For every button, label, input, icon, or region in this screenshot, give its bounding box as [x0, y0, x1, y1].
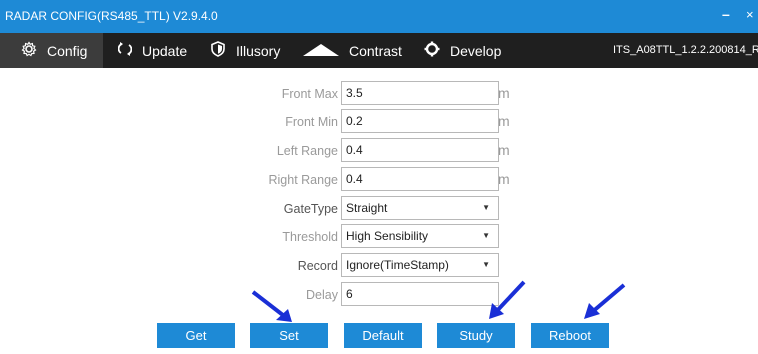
- menu-item-update[interactable]: Update: [117, 33, 188, 68]
- gate-type-label: GateType: [283, 202, 338, 216]
- left-range-row: Left Range 0.4 m: [0, 138, 758, 164]
- right-range-unit: m: [498, 171, 510, 187]
- menu-bar: Config Update Illusory Contrast Develop …: [0, 33, 758, 68]
- right-range-label: Right Range: [268, 173, 339, 187]
- record-select[interactable]: Ignore(TimeStamp) ▼: [341, 253, 499, 277]
- mountain-icon: [303, 41, 339, 60]
- menu-label-contrast: Contrast: [349, 42, 402, 59]
- window-title: RADAR CONFIG(RS485_TTL) V2.9.4.0: [5, 9, 218, 23]
- shield-icon: [210, 41, 226, 60]
- reboot-button[interactable]: Reboot: [531, 323, 609, 348]
- left-range-input[interactable]: 0.4: [341, 138, 499, 162]
- record-row: Record Ignore(TimeStamp) ▼: [0, 253, 758, 279]
- front-max-unit: m: [498, 85, 510, 101]
- gate-type-value: Straight: [346, 201, 388, 215]
- refresh-icon: [117, 41, 133, 60]
- close-button[interactable]: ×: [746, 7, 754, 22]
- right-range-input[interactable]: 0.4: [341, 167, 499, 191]
- delay-row: Delay 6: [0, 282, 758, 308]
- menu-label-develop: Develop: [450, 42, 502, 59]
- threshold-value: High Sensibility: [346, 229, 429, 243]
- annotation-arrow-reboot: [584, 283, 626, 319]
- menu-item-contrast[interactable]: Contrast: [303, 33, 402, 68]
- record-value: Ignore(TimeStamp): [346, 258, 449, 272]
- delay-label: Delay: [306, 288, 338, 302]
- menu-item-illusory[interactable]: Illusory: [210, 33, 280, 68]
- annotation-arrow-set: [251, 290, 292, 322]
- gate-type-row: GateType Straight ▼: [0, 196, 758, 222]
- annotation-arrow-study: [489, 280, 526, 319]
- threshold-label: Threshold: [282, 230, 338, 244]
- right-range-row: Right Range 0.4 m: [0, 167, 758, 193]
- menu-item-config[interactable]: Config: [0, 33, 103, 68]
- chevron-down-icon: ▼: [482, 231, 490, 240]
- left-range-label: Left Range: [276, 144, 338, 158]
- front-max-label: Front Max: [281, 87, 338, 101]
- menu-label-config: Config: [47, 42, 88, 59]
- front-min-label: Front Min: [285, 115, 338, 129]
- gear-icon: [21, 41, 37, 60]
- left-range-unit: m: [498, 142, 510, 158]
- chevron-down-icon: ▼: [482, 203, 490, 212]
- menu-label-update: Update: [142, 42, 188, 59]
- menu-item-develop[interactable]: Develop: [424, 33, 501, 68]
- front-min-unit: m: [498, 113, 510, 129]
- front-min-input[interactable]: 0.2: [341, 109, 499, 133]
- firmware-version: ITS_A08TTL_1.2.2.200814_RC: [613, 44, 758, 56]
- menu-label-illusory: Illusory: [236, 42, 281, 59]
- front-max-row: Front Max 3.5 m: [0, 81, 758, 107]
- delay-input[interactable]: 6: [341, 282, 499, 306]
- cog-icon: [424, 41, 440, 60]
- front-max-input[interactable]: 3.5: [341, 81, 499, 105]
- threshold-select[interactable]: High Sensibility ▼: [341, 224, 499, 248]
- threshold-row: Threshold High Sensibility ▼: [0, 224, 758, 250]
- default-button[interactable]: Default: [344, 323, 422, 348]
- front-min-row: Front Min 0.2 m: [0, 109, 758, 135]
- gate-type-select[interactable]: Straight ▼: [341, 196, 499, 220]
- record-label: Record: [297, 259, 338, 273]
- minimize-button[interactable]: –: [722, 6, 730, 22]
- chevron-down-icon: ▼: [482, 260, 490, 269]
- get-button[interactable]: Get: [157, 323, 235, 348]
- title-bar: RADAR CONFIG(RS485_TTL) V2.9.4.0 – ×: [0, 0, 758, 33]
- study-button[interactable]: Study: [437, 323, 515, 348]
